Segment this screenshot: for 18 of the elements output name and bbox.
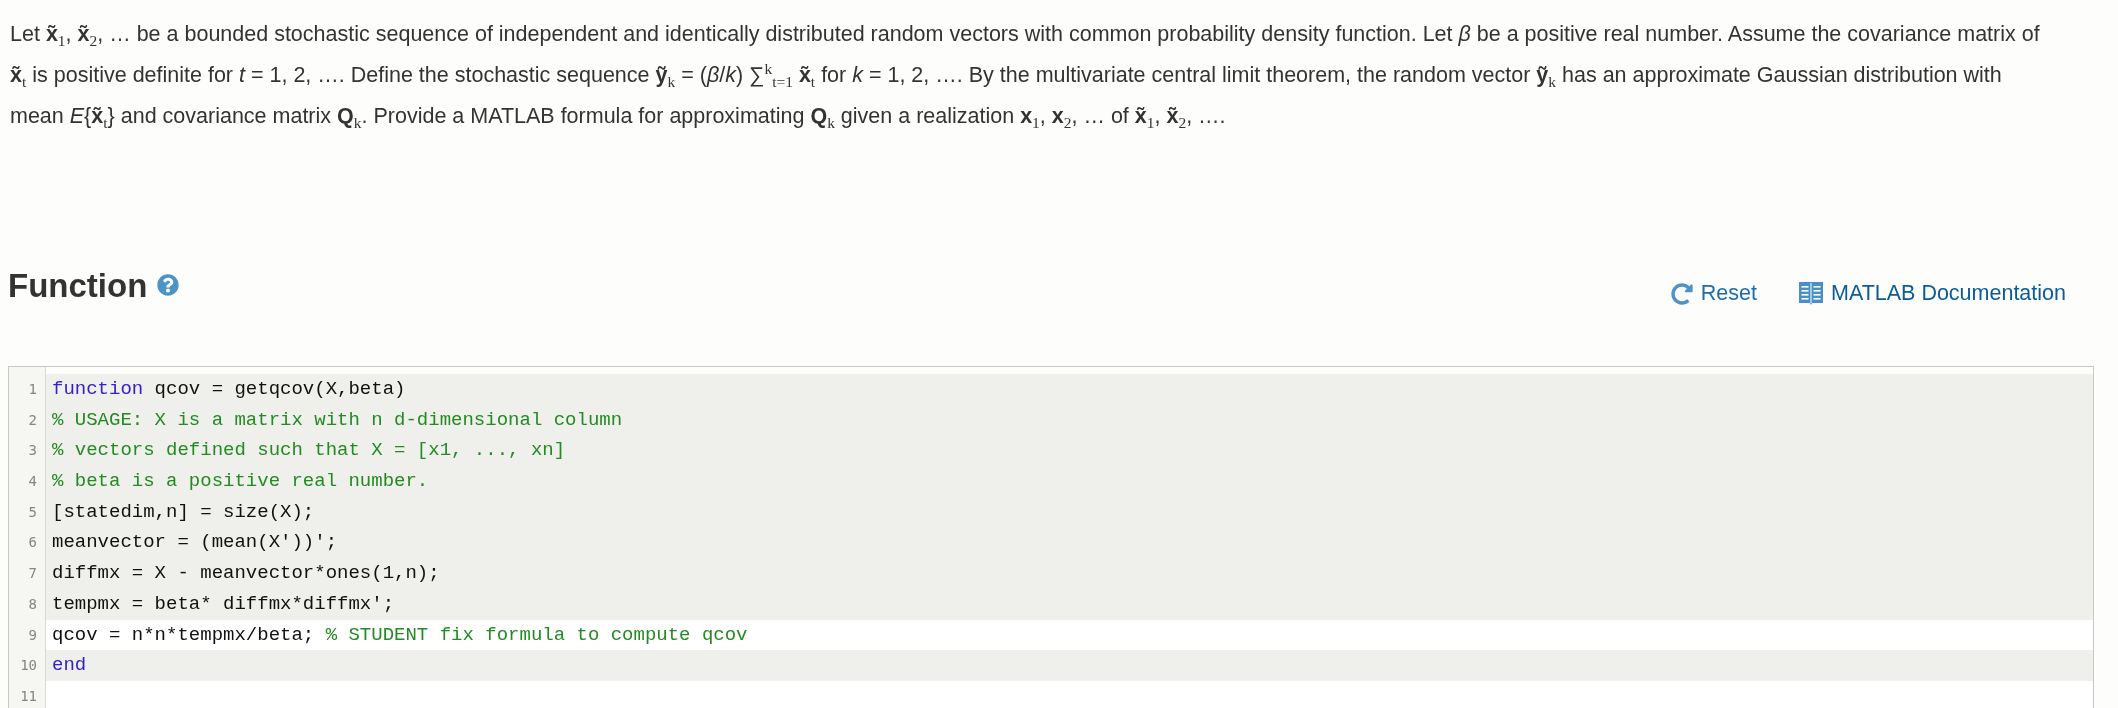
line-number: 1 xyxy=(27,380,38,399)
line-number: 5 xyxy=(27,502,38,522)
line-number: 10 xyxy=(19,656,38,676)
line-number: 4 xyxy=(27,472,38,492)
line-number: 2 xyxy=(27,410,38,430)
line-number: 3 xyxy=(27,441,38,461)
section-title: Function xyxy=(8,265,148,306)
redo-icon xyxy=(1670,282,1693,305)
help-icon[interactable] xyxy=(157,273,180,296)
line-number: 6 xyxy=(27,533,38,553)
book-icon xyxy=(1799,282,1823,305)
line-number: 9 xyxy=(27,625,38,645)
problem-statement: Let x̃$_{1}$, x̃$_{2}$, … be a bounded stochastic sequence of independent and identically distributed random vectors with common probability density function. Let β be a positive real number. Assume the covariance matrix of x̃$_{t}$ is positive definite for t= 1, 2, …. Define the stochastic sequence ỹ$_{k}$ = (β/k) ∑$^{k}$$_{t=1}$ x̃$_{t}$ for k = 1, 2, …. By the multivariate central limit theorem, the random vector ỹ$_{k}$ has an approximate Gaussian distribution with mean E{x̃$_{t}$} and covariance matrix Q$_{k}$. Provide a MATLAB formula for approximating Q$_{k}$ given a realization x$_{1}$, x$_{2}$, … of x̃$_{1}$, x̃$_{2}$, …. xyxy=(10,21,2040,134)
line-number: 8 xyxy=(27,594,38,614)
reset-button[interactable]: Reset xyxy=(1670,281,1757,306)
line-number: 11 xyxy=(19,686,38,706)
line-number: 7 xyxy=(27,564,38,584)
documentation-link[interactable]: MATLAB Documentation xyxy=(1799,281,2066,306)
